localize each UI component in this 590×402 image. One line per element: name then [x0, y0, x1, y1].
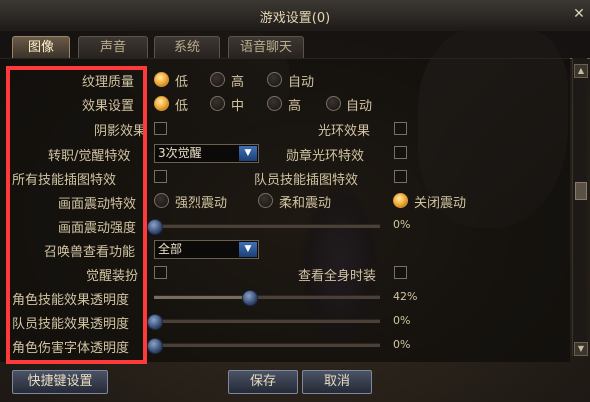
shadow-effect-checkbox[interactable]: [154, 122, 167, 135]
effect-medium-label: 中: [231, 99, 245, 114]
char-skill-opacity-value: 42%: [393, 290, 418, 303]
chevron-down-icon: ▼: [239, 242, 257, 257]
medal-halo-effect-label: 勋章光环特效: [286, 149, 365, 164]
texture-quality-high-label: 高: [231, 75, 245, 90]
damage-font-opacity-knob[interactable]: [147, 338, 163, 354]
window-title: 游戏设置(0): [259, 11, 331, 26]
shake-off-label: 关闭震动: [414, 196, 467, 211]
effect-medium-radio[interactable]: [210, 96, 225, 111]
scroll-thumb[interactable]: [575, 182, 587, 200]
shake-strong-label: 强烈震动: [175, 196, 228, 211]
scrollbar[interactable]: ▲ ▼: [572, 58, 588, 356]
tab-bar: 图像 声音 系统 语音聊天: [0, 30, 590, 59]
summon-view-select[interactable]: 全部 ▼: [154, 240, 259, 259]
party-skill-opacity-value: 0%: [393, 314, 411, 327]
view-fullbody-outfit-label: 查看全身时装: [298, 269, 377, 284]
awakening-effect-value: 3次觉醒: [158, 146, 202, 160]
slider-fill: [154, 296, 249, 299]
char-skill-opacity-slider[interactable]: [154, 290, 380, 306]
title-bar: 游戏设置(0) ✕: [0, 0, 590, 31]
texture-quality-auto-radio[interactable]: [267, 72, 282, 87]
effect-high-label: 高: [288, 99, 302, 114]
damage-font-opacity-value: 0%: [393, 338, 411, 351]
shortcut-settings-button[interactable]: 快捷键设置: [12, 370, 108, 394]
save-button[interactable]: 保存: [228, 370, 298, 394]
texture-quality-auto-label: 自动: [288, 75, 315, 90]
view-fullbody-outfit-checkbox[interactable]: [394, 266, 407, 279]
shake-strength-value: 0%: [393, 218, 411, 231]
close-icon[interactable]: ✕: [572, 7, 586, 21]
texture-quality-low-radio[interactable]: [154, 72, 169, 87]
shake-strength-knob[interactable]: [147, 219, 163, 235]
shake-soft-label: 柔和震动: [279, 196, 332, 211]
party-skill-cutin-checkbox[interactable]: [394, 170, 407, 183]
summon-view-value: 全部: [158, 242, 183, 256]
party-skill-opacity-slider[interactable]: [147, 314, 380, 330]
highlight-box: [6, 66, 147, 364]
scroll-up-icon[interactable]: ▲: [574, 64, 588, 78]
halo-effect-label: 光环效果: [318, 124, 371, 139]
tab-voice-chat[interactable]: 语音聊天: [228, 36, 304, 58]
effect-low-label: 低: [175, 99, 189, 114]
shake-strong-radio[interactable]: [154, 193, 169, 208]
party-skill-opacity-knob[interactable]: [147, 314, 163, 330]
texture-quality-high-radio[interactable]: [210, 72, 225, 87]
awakening-outfit-checkbox[interactable]: [154, 266, 167, 279]
tab-sound[interactable]: 声音: [78, 36, 148, 58]
shake-soft-radio[interactable]: [258, 193, 273, 208]
effect-auto-radio[interactable]: [326, 96, 341, 111]
tab-graphics[interactable]: 图像: [12, 36, 70, 58]
chevron-down-icon: ▼: [239, 146, 257, 161]
tab-system[interactable]: 系统: [154, 36, 220, 58]
awakening-effect-select[interactable]: 3次觉醒 ▼: [154, 144, 259, 163]
effect-auto-label: 自动: [346, 99, 373, 114]
shake-off-radio[interactable]: [393, 193, 408, 208]
party-skill-cutin-label: 队员技能插图特效: [254, 173, 359, 188]
scroll-down-icon[interactable]: ▼: [574, 342, 588, 356]
shake-strength-slider[interactable]: [147, 219, 380, 235]
all-skill-cutin-checkbox[interactable]: [154, 170, 167, 183]
texture-quality-low-label: 低: [175, 75, 189, 90]
cancel-button[interactable]: 取消: [302, 370, 372, 394]
halo-effect-checkbox[interactable]: [394, 122, 407, 135]
damage-font-opacity-slider[interactable]: [147, 338, 380, 354]
medal-halo-effect-checkbox[interactable]: [394, 146, 407, 159]
effect-high-radio[interactable]: [267, 96, 282, 111]
effect-low-radio[interactable]: [154, 96, 169, 111]
char-skill-opacity-knob[interactable]: [242, 290, 258, 306]
